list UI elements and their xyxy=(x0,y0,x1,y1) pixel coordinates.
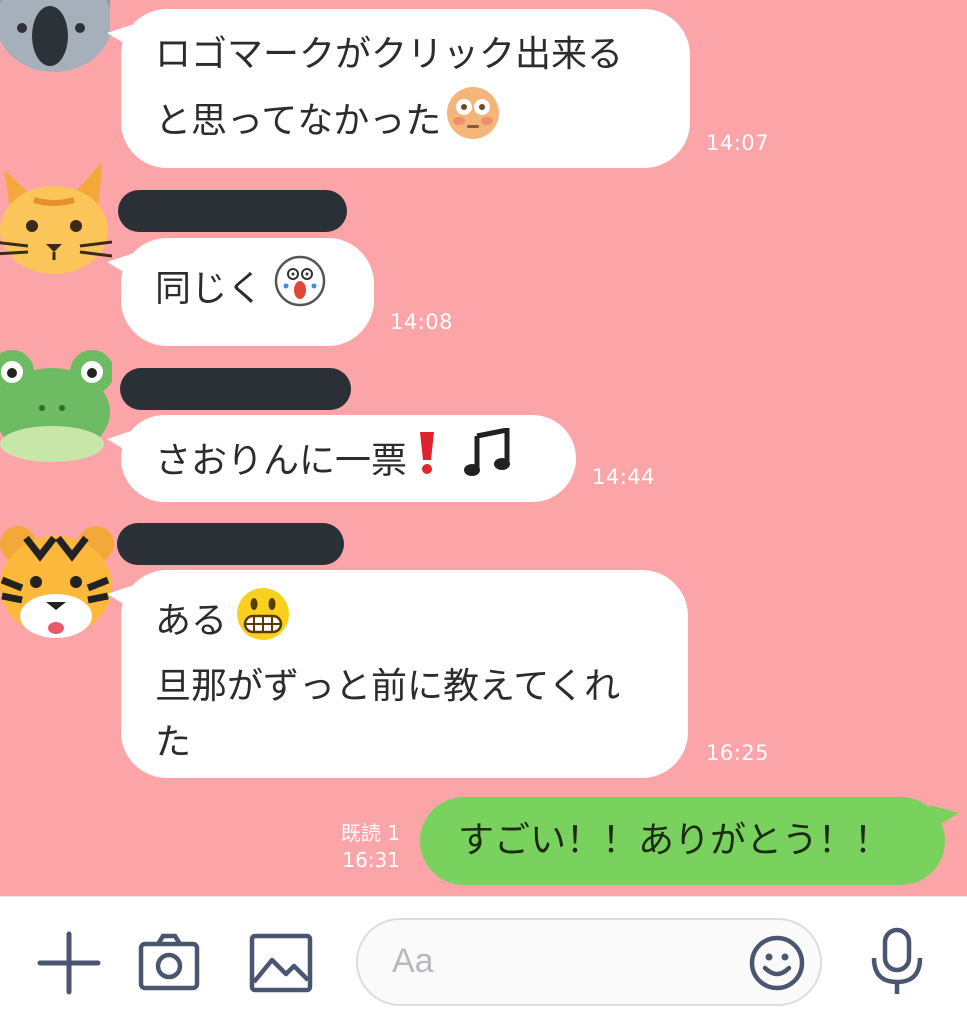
tiger-avatar-icon[interactable] xyxy=(0,524,114,642)
message-bubble[interactable]: ロゴマークがクリック出来る と思ってなかった xyxy=(107,9,690,168)
music-notes-icon xyxy=(463,426,511,497)
message-bubble[interactable]: 同じく xyxy=(107,238,374,346)
screaming-sticker-icon xyxy=(273,254,327,327)
timestamp: 14:08 xyxy=(390,310,454,334)
sender-name-redacted xyxy=(120,368,351,410)
timestamp: 14:07 xyxy=(706,131,770,155)
message-text: と思ってなかった xyxy=(155,100,442,142)
timestamp: 16:25 xyxy=(706,741,770,765)
cat-avatar-icon[interactable] xyxy=(0,160,112,278)
sender-name-redacted xyxy=(117,523,344,565)
image-icon[interactable] xyxy=(248,930,314,996)
message-text: ある xyxy=(155,600,228,642)
message-input[interactable]: Aa xyxy=(356,918,822,1006)
read-label: 既読 1 xyxy=(340,821,400,845)
read-receipt: 既読 1 16:31 xyxy=(300,820,400,874)
message-text: た xyxy=(155,722,192,763)
message-text: すごい！！ありがとう！！ xyxy=(458,820,891,861)
outgoing-message-bubble[interactable]: すごい！！ありがとう！！ xyxy=(420,797,959,885)
timestamp: 14:44 xyxy=(592,465,656,489)
sender-name-redacted xyxy=(118,190,347,232)
timestamp: 16:31 xyxy=(342,848,400,872)
koala-avatar-icon[interactable] xyxy=(0,0,110,74)
message-text: 同じく xyxy=(155,268,264,310)
message-text: ロゴマークがクリック出来る xyxy=(155,34,624,75)
exclamation-mark-icon xyxy=(415,430,439,495)
camera-icon[interactable] xyxy=(136,930,202,996)
message-bubble[interactable]: さおりんに一票 xyxy=(107,415,576,502)
grimacing-face-icon xyxy=(235,586,291,659)
message-input-placeholder: Aa xyxy=(392,942,434,980)
frog-avatar-icon[interactable] xyxy=(0,346,112,464)
plus-icon[interactable] xyxy=(36,930,102,996)
message-bubble[interactable]: ある 旦那がずっと前に教えてくれ た xyxy=(107,570,688,778)
emoji-icon[interactable] xyxy=(748,934,806,992)
message-text: 旦那がずっと前に教えてくれ xyxy=(155,666,621,707)
microphone-icon[interactable] xyxy=(866,926,928,998)
chat-view: ロゴマークがクリック出来る と思ってなかった 14:07 同じく 14:08 さ… xyxy=(0,0,967,896)
flushed-face-icon xyxy=(445,85,501,160)
message-text: さおりんに一票 xyxy=(155,440,408,482)
